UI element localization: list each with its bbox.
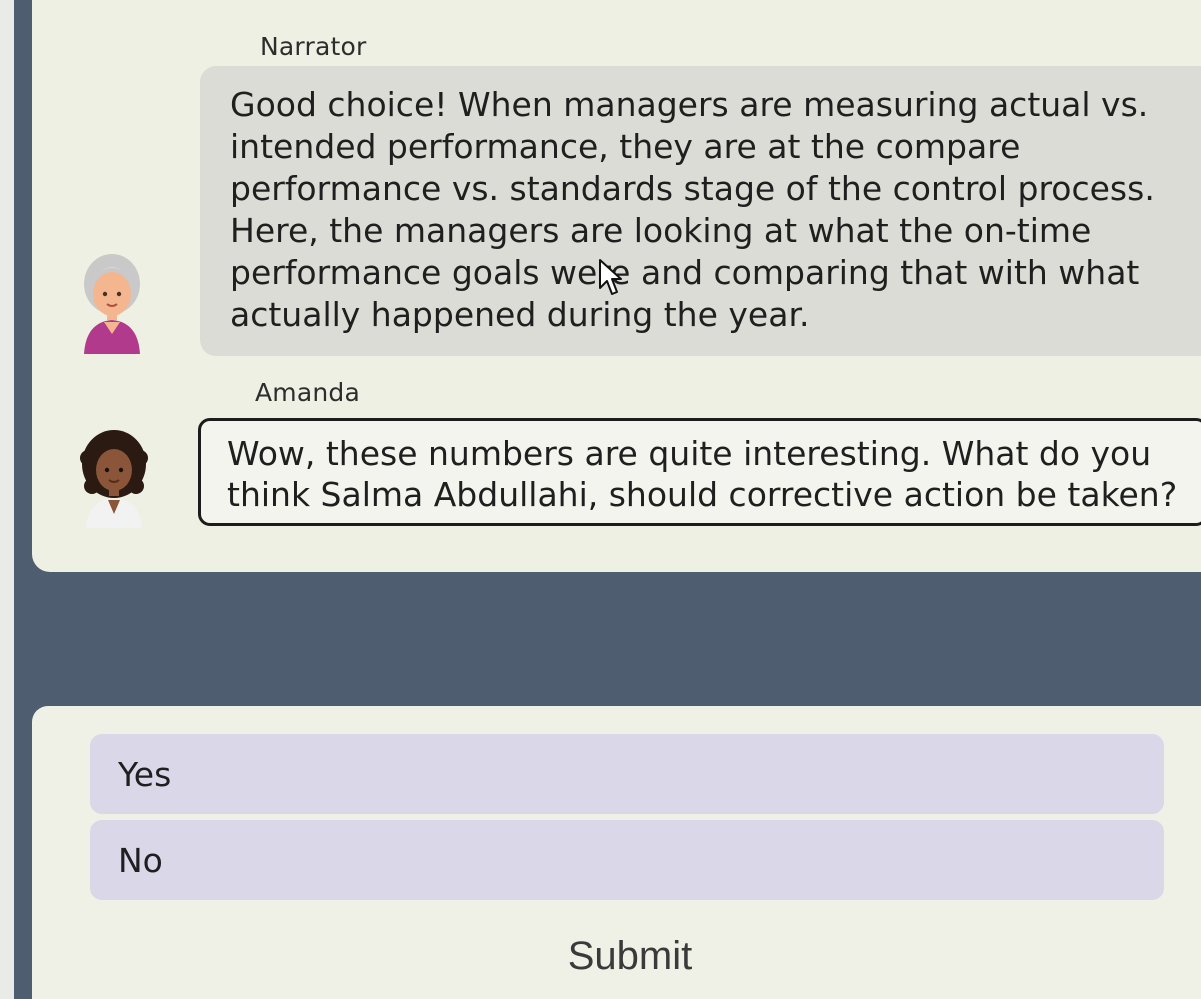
option-yes-button[interactable]: Yes xyxy=(90,734,1164,814)
elderly-woman-avatar-icon xyxy=(80,250,144,358)
submit-button[interactable]: Submit xyxy=(490,924,770,988)
option-no-button[interactable]: No xyxy=(90,820,1164,900)
speaker-name-narrator: Narrator xyxy=(260,32,367,61)
option-yes-label: Yes xyxy=(118,754,172,794)
narrator-message-bubble: Good choice! When managers are measuring… xyxy=(200,66,1201,356)
speaker-name-amanda: Amanda xyxy=(255,378,361,407)
option-no-label: No xyxy=(118,840,163,880)
left-edge-strip xyxy=(0,0,14,999)
amanda-message-bubble: Wow, these numbers are quite interesting… xyxy=(198,418,1201,526)
woman-curly-hair-avatar-icon xyxy=(80,428,148,532)
amanda-message-text: Wow, these numbers are quite interesting… xyxy=(227,434,1178,514)
mouse-pointer-icon xyxy=(598,258,624,302)
narrator-message-text: Good choice! When managers are measuring… xyxy=(230,85,1155,334)
